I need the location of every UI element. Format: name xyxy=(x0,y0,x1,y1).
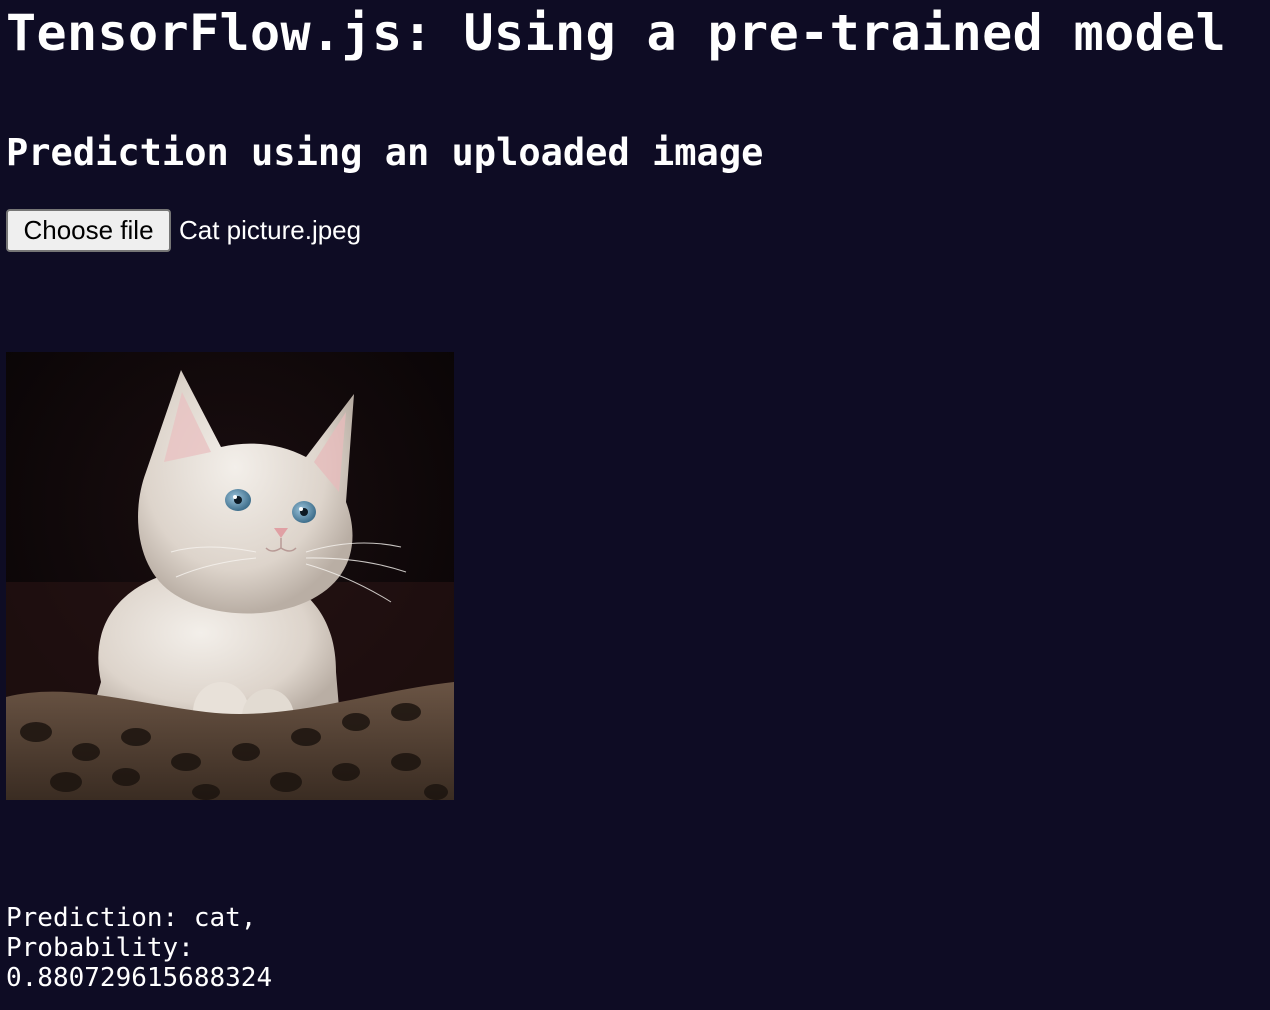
selected-file-name: Cat picture.jpeg xyxy=(179,215,362,245)
upload-section-heading: Prediction using an uploaded image xyxy=(6,131,764,174)
page-title: TensorFlow.js: Using a pre-trained model xyxy=(6,4,1227,62)
file-input[interactable]: Choose file Cat picture.jpeg xyxy=(6,209,361,252)
uploaded-image-preview xyxy=(6,352,454,800)
prediction-label: Prediction: cat, xyxy=(6,903,257,933)
probability-value: 0.880729615688324 xyxy=(6,963,273,993)
choose-file-button[interactable]: Choose file xyxy=(6,209,171,252)
prediction-result: Prediction: cat, Probability: 0.88072961… xyxy=(6,903,306,993)
probability-label: Probability: xyxy=(6,933,194,963)
